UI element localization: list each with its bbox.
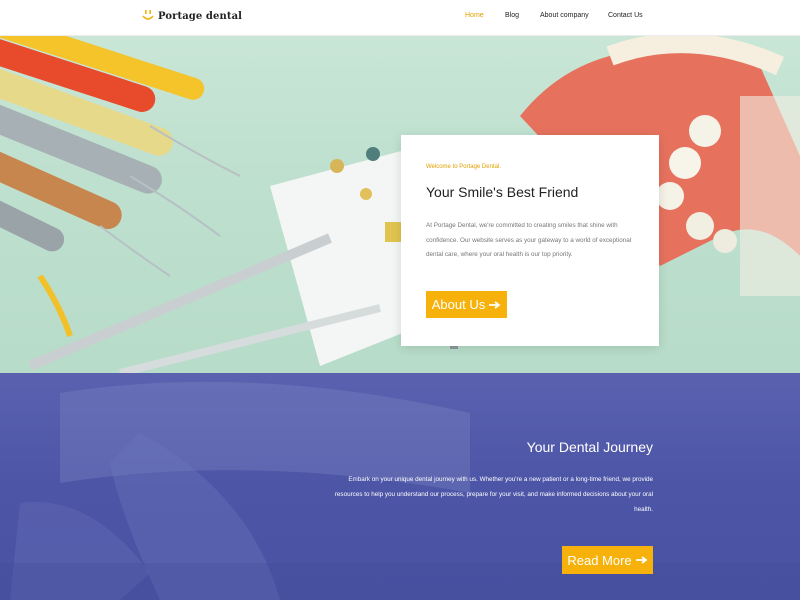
read-more-button-label: Read More — [567, 552, 632, 568]
hero-section: Welcome to Portage Dental. Your Smile's … — [0, 36, 800, 373]
hero-title: Your Smile's Best Friend — [426, 184, 579, 200]
main-nav: Home Blog About company Contact Us — [0, 12, 800, 26]
nav-contact-us[interactable]: Contact Us — [608, 12, 643, 19]
arrow-right-icon — [635, 556, 648, 564]
journey-section: Your Dental Journey Embark on your uniqu… — [0, 373, 800, 600]
read-more-button[interactable]: Read More — [562, 546, 653, 574]
arrow-right-icon — [489, 300, 501, 309]
nav-blog[interactable]: Blog — [505, 12, 519, 19]
site-header: Portage dental Home Blog About company C… — [0, 0, 800, 36]
journey-title: Your Dental Journey — [526, 439, 653, 455]
hero-eyebrow: Welcome to Portage Dental. — [426, 164, 501, 170]
about-us-button[interactable]: About Us — [426, 291, 507, 318]
journey-description: Embark on your unique dental journey wit… — [334, 476, 653, 513]
hero-description: At Portage Dental, we're committed to cr… — [426, 222, 632, 258]
nav-about-company[interactable]: About company — [540, 12, 589, 19]
hero-card: Welcome to Portage Dental. Your Smile's … — [401, 135, 659, 346]
hero-background-image — [0, 36, 800, 373]
about-us-button-label: About Us — [431, 297, 486, 312]
nav-home[interactable]: Home — [465, 12, 484, 19]
